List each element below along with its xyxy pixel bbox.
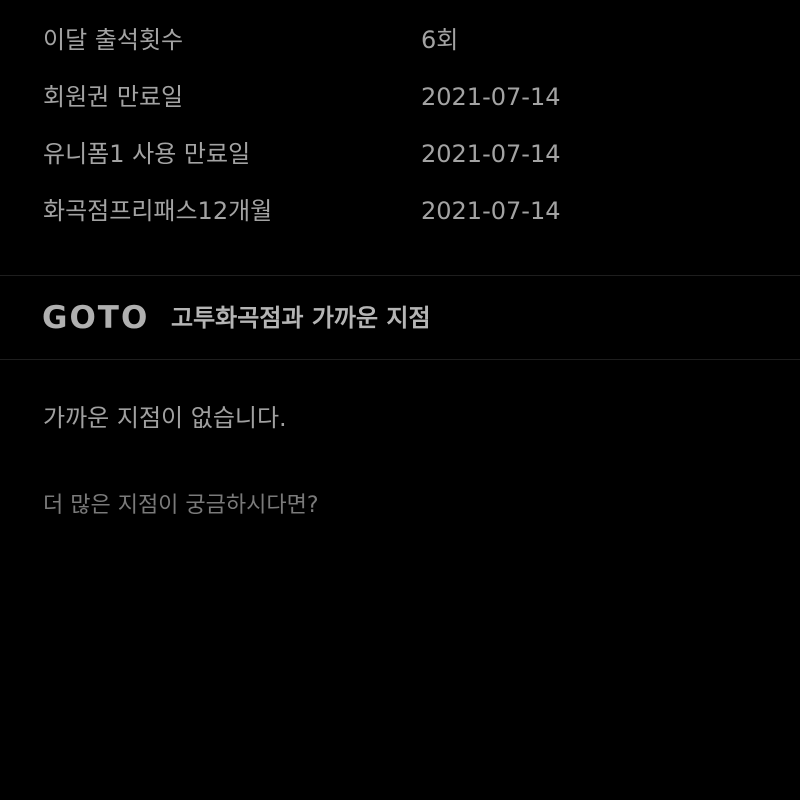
attendance-label: 이달 출석횟수 [43,26,184,54]
membership-info-list: 이달 출석횟수 6회 회원권 만료일 2021-07-14 유니폼1 사용 만료… [0,0,800,275]
nearby-branches-header: GOTO 고투화곡점과 가까운 지점 [0,276,800,359]
uniform-expiry-label: 유니폼1 사용 만료일 [43,140,251,168]
uniform-expiry-value: 2021-07-14 [421,140,561,168]
section-divider-bottom [0,359,800,360]
goto-logo: GOTO [42,300,150,336]
freepass-expiry-label: 화곡점프리패스12개월 [43,197,273,225]
freepass-expiry-value: 2021-07-14 [421,197,561,225]
more-branches-link[interactable]: 더 많은 지점이 궁금하시다면? [43,486,319,526]
info-row-membership-expiry: 회원권 만료일 2021-07-14 [0,77,800,117]
nearby-branches-title: 고투화곡점과 가까운 지점 [171,304,431,332]
info-row-freepass-expiry: 화곡점프리패스12개월 2021-07-14 [0,191,800,231]
membership-expiry-label: 회원권 만료일 [43,83,184,111]
info-row-uniform-expiry: 유니폼1 사용 만료일 2021-07-14 [0,134,800,174]
no-nearby-branches-message: 가까운 지점이 없습니다. [43,404,287,432]
info-row-attendance: 이달 출석횟수 6회 [0,20,800,60]
membership-expiry-value: 2021-07-14 [421,83,561,111]
attendance-value: 6회 [421,26,459,54]
